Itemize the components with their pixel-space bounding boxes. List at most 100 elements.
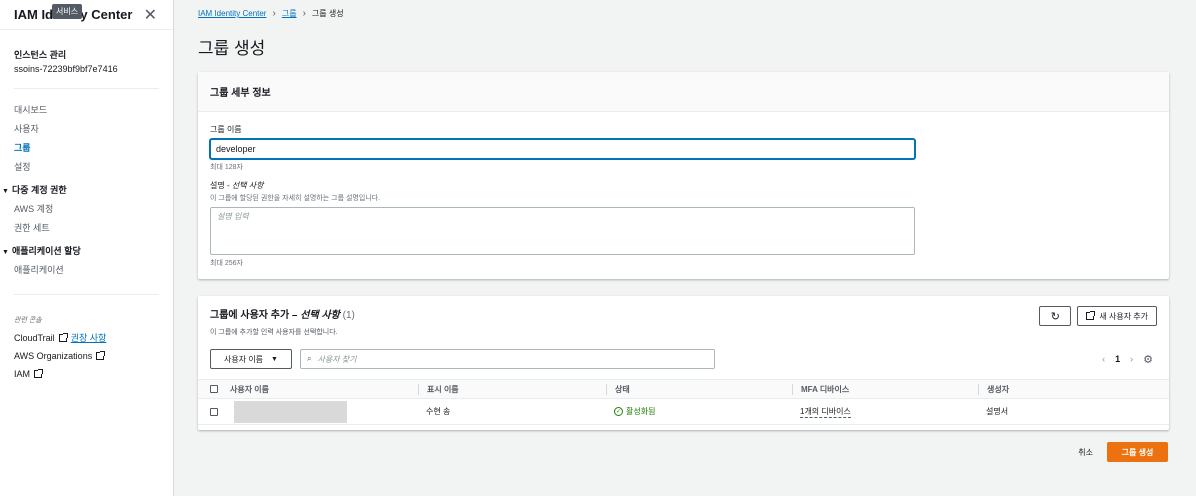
sidebar-item-applications[interactable]: 애플리케이션 <box>14 261 159 280</box>
caret-down-icon: ▼ <box>271 355 278 363</box>
refresh-button[interactable]: ↻ <box>1039 306 1072 326</box>
panel-actions: ↻ 새 사용자 추가 <box>1039 306 1157 337</box>
sidebar-nav: 대시보드 사용자 그룹 설정 ▼ 다중 계정 권한 AWS 계정 권한 세트 ▼ 애… <box>0 89 173 280</box>
sidebar-item-aws-accounts[interactable]: AWS 계정 <box>14 200 159 219</box>
filter-row: 사용자 이름 ▼ ⌕ 사용자 찾기 ‹ 1 › ⚙ <box>198 349 1169 369</box>
row-checkbox-cell <box>198 399 222 424</box>
search-input[interactable]: ⌕ 사용자 찾기 <box>300 349 715 369</box>
redacted-username <box>234 400 347 423</box>
gear-icon[interactable]: ⚙ <box>1143 353 1153 366</box>
form-actions: 취소 그룹 생성 <box>1078 442 1168 462</box>
sidebar-section-multi-account[interactable]: ▼ 다중 계정 권한 <box>2 181 159 200</box>
username-cell <box>222 399 418 424</box>
close-icon[interactable]: ✕ <box>144 5 157 25</box>
related-consoles: 관련 콘솔 CloudTrail 권장 사항 AWS Organizations… <box>0 295 173 383</box>
sidebar-item-settings[interactable]: 설정 <box>14 158 159 177</box>
add-user-label: 새 사용자 추가 <box>1099 311 1148 321</box>
filter-property-dropdown[interactable]: 사용자 이름 ▼ <box>210 349 292 369</box>
description-field: 설명 - 선택 사항 이 그룹에 할당된 권한을 자세히 설명하는 그룹 설명입… <box>198 180 1169 268</box>
select-all-checkbox[interactable] <box>210 385 218 393</box>
column-created-by[interactable]: 생성자 <box>978 383 1169 395</box>
user-count: (1) <box>342 310 355 321</box>
add-user-button[interactable]: 새 사용자 추가 <box>1077 306 1157 326</box>
recommendation-link[interactable]: 권장 사항 <box>71 329 107 347</box>
column-username[interactable]: 사용자 이름 <box>222 384 418 395</box>
group-name-field: 그룹 이름 developer 최대 128자 <box>198 124 1169 172</box>
sidebar-section-app-assignments[interactable]: ▼ 애플리케이션 할당 <box>2 242 159 261</box>
display-name-cell: 수현 송 <box>426 407 451 416</box>
sidebar-item-permission-sets[interactable]: 권한 세트 <box>14 219 159 238</box>
create-group-button[interactable]: 그룹 생성 <box>1107 442 1168 462</box>
description-label-text: 설명 - <box>210 181 232 190</box>
header-checkbox-cell <box>198 380 222 398</box>
cancel-button[interactable]: 취소 <box>1078 447 1093 458</box>
column-mfa[interactable]: MFA 디바이스 <box>792 383 978 395</box>
sidebar-item-users[interactable]: 사용자 <box>14 120 159 139</box>
mfa-cell: 1개의 디바이스 <box>792 399 978 424</box>
optional-label: 선택 사항 <box>300 310 340 321</box>
service-tooltip: 서비스 <box>52 4 83 19</box>
dropdown-label: 사용자 이름 <box>224 354 264 364</box>
description-label: 설명 - 선택 사항 <box>210 180 1157 191</box>
column-status[interactable]: 상태 <box>606 383 792 395</box>
page-title: 그룹 생성 <box>198 39 266 58</box>
chevron-left-icon[interactable]: ‹ <box>1102 354 1105 364</box>
pagination: ‹ 1 › ⚙ <box>1102 353 1157 366</box>
chevron-right-icon: › <box>272 8 276 19</box>
group-name-label: 그룹 이름 <box>210 125 242 134</box>
side-navigation: IAM Identity Center 서비스 ✕ 인스턴스 관리 ssoins… <box>0 0 174 496</box>
group-details-panel: 그룹 세부 정보 그룹 이름 developer 최대 128자 설명 - 선택… <box>198 72 1169 279</box>
page-number[interactable]: 1 <box>1115 354 1120 364</box>
table-row[interactable]: 수현 송 ✓ 활성화됨 1개의 디바이스 설명서 <box>198 399 1169 425</box>
instance-info: 인스턴스 관리 ssoins-72239bf9bf7e7416 <box>0 30 173 74</box>
breadcrumb-current: 그룹 생성 <box>311 9 344 18</box>
status-cell: ✓ 활성화됨 <box>606 399 792 424</box>
section-label: 다중 계정 권한 <box>12 185 67 195</box>
sidebar-item-dashboard[interactable]: 대시보드 <box>14 101 159 120</box>
related-link-organizations[interactable]: AWS Organizations <box>14 347 159 365</box>
external-link-icon <box>58 333 68 342</box>
description-textarea[interactable]: 설명 입력 <box>210 207 915 255</box>
panel-title: 그룹 세부 정보 <box>210 88 271 99</box>
section-label: 애플리케이션 할당 <box>12 246 81 256</box>
instance-id: ssoins-72239bf9bf7e7416 <box>14 64 118 74</box>
chevron-right-icon[interactable]: › <box>1130 354 1133 364</box>
related-link-iam[interactable]: IAM <box>14 365 159 383</box>
description-constraint: 최대 256자 <box>210 260 243 267</box>
users-table: 사용자 이름 표시 이름 상태 MFA 디바이스 생성자 수현 송 ✓ 활성화됨… <box>198 379 1169 425</box>
sidebar-header: IAM Identity Center 서비스 ✕ <box>0 0 173 30</box>
add-users-panel: 그룹에 사용자 추가 – 선택 사항 (1) 이 그룹에 추가할 인력 사용자를… <box>198 296 1169 430</box>
search-placeholder: 사용자 찾기 <box>317 354 357 364</box>
panel-header: 그룹에 사용자 추가 – 선택 사항 (1) 이 그룹에 추가할 인력 사용자를… <box>198 296 1169 337</box>
breadcrumb-link-groups[interactable]: 그룹 <box>282 8 297 19</box>
mfa-devices-link[interactable]: 1개의 디바이스 <box>800 406 851 418</box>
search-icon: ⌕ <box>307 354 312 363</box>
related-caption: 관련 콘솔 <box>14 317 42 324</box>
sidebar-item-groups[interactable]: 그룹 <box>14 139 159 158</box>
group-name-input[interactable]: developer <box>210 139 915 159</box>
breadcrumb: IAM Identity Center › 그룹 › 그룹 생성 <box>198 8 344 19</box>
main-content: IAM Identity Center › 그룹 › 그룹 생성 그룹 생성 그… <box>174 0 1196 496</box>
instance-label: 인스턴스 관리 <box>14 50 67 60</box>
panel-title-text: 그룹에 사용자 추가 – <box>210 310 301 321</box>
check-circle-icon: ✓ <box>614 407 623 416</box>
panel-description: 이 그룹에 추가할 인력 사용자를 선택합니다. <box>210 329 338 336</box>
chevron-right-icon: › <box>302 8 306 19</box>
created-by-cell: 설명서 <box>986 407 1009 416</box>
status-badge: ✓ 활성화됨 <box>614 406 655 417</box>
group-name-constraint: 최대 128자 <box>210 164 243 171</box>
link-label: AWS Organizations <box>14 351 93 361</box>
column-display-name[interactable]: 표시 이름 <box>418 383 606 395</box>
status-text: 활성화됨 <box>626 407 656 416</box>
related-link-cloudtrail[interactable]: CloudTrail 권장 사항 <box>14 329 159 347</box>
link-label: IAM <box>14 369 31 379</box>
caret-down-icon: ▼ <box>2 249 9 256</box>
link-label: CloudTrail <box>14 333 55 343</box>
panel-heading-block: 그룹에 사용자 추가 – 선택 사항 (1) 이 그룹에 추가할 인력 사용자를… <box>210 306 355 337</box>
breadcrumb-link-home[interactable]: IAM Identity Center <box>198 9 266 18</box>
external-link-icon <box>34 369 44 378</box>
external-link-icon <box>96 351 106 360</box>
refresh-icon: ↻ <box>1050 310 1060 323</box>
row-checkbox[interactable] <box>210 407 218 416</box>
caret-down-icon: ▼ <box>2 188 9 195</box>
